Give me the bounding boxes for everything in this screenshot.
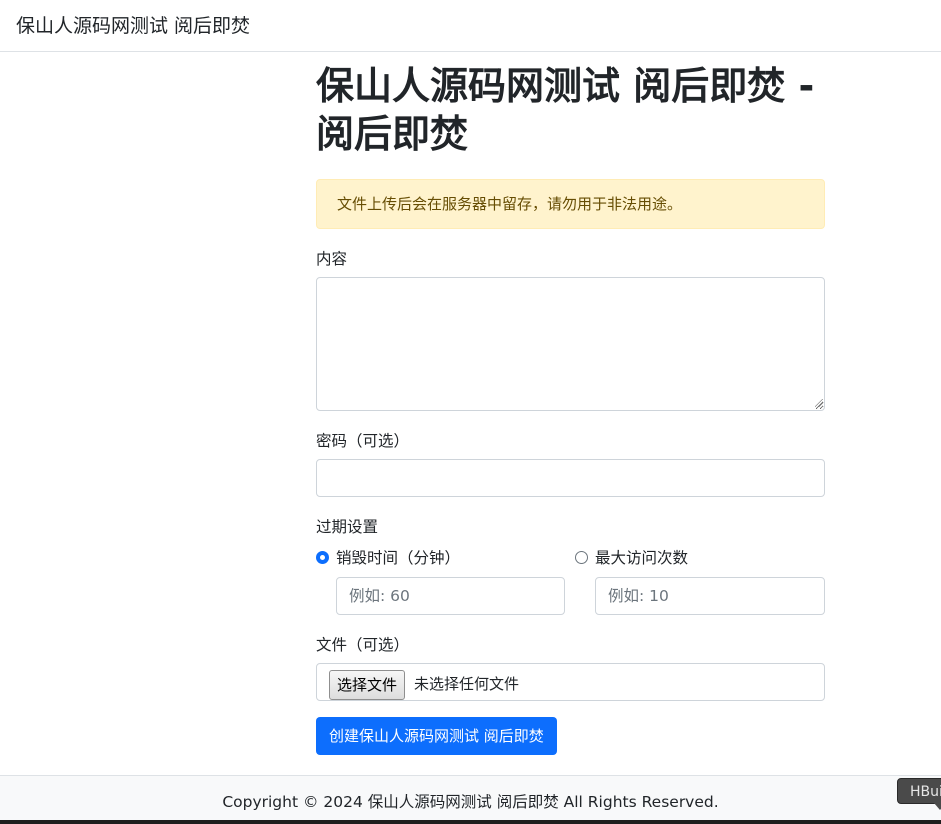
radio-max-visits-control[interactable] xyxy=(575,550,588,564)
destroy-minutes-input[interactable] xyxy=(336,577,565,615)
content-textarea[interactable] xyxy=(316,277,825,411)
hbuilder-tooltip: HBuilder xyxy=(897,778,941,804)
radio-max-visits[interactable]: 最大访问次数 xyxy=(575,546,688,568)
password-label: 密码（可选） xyxy=(316,432,410,450)
file-label: 文件（可选） xyxy=(316,636,410,654)
radio-destroy-time[interactable]: 销毁时间（分钟） xyxy=(316,546,460,568)
choose-file-button[interactable]: 选择文件 xyxy=(329,670,406,700)
page-footer: Copyright © 2024 保山人源码网测试 阅后即焚 All Right… xyxy=(0,775,941,820)
radio-max-visits-label: 最大访问次数 xyxy=(595,549,689,567)
password-input[interactable] xyxy=(316,459,825,497)
navbar-brand-link[interactable]: 保山人源码网测试 阅后即焚 xyxy=(16,11,250,38)
footer-copyright: Copyright © 2024 保山人源码网测试 阅后即焚 All Right… xyxy=(222,793,719,811)
max-visits-input[interactable] xyxy=(595,577,825,615)
file-status-text: 未选择任何文件 xyxy=(414,675,520,693)
radio-destroy-time-label: 销毁时间（分钟） xyxy=(336,549,461,567)
window-bottom-edge xyxy=(0,820,941,824)
tooltip-pointer xyxy=(934,803,941,810)
textarea-resize-handle[interactable] xyxy=(815,399,823,407)
create-submit-button[interactable]: 创建保山人源码网测试 阅后即焚 xyxy=(316,717,557,755)
radio-destroy-time-control[interactable] xyxy=(316,550,329,564)
page-title: 保山人源码网测试 阅后即焚 - 阅后即焚 xyxy=(316,64,815,156)
top-navbar: 保山人源码网测试 阅后即焚 xyxy=(0,0,941,52)
warning-alert: 文件上传后会在服务器中留存，请勿用于非法用途。 xyxy=(316,179,825,229)
content-label: 内容 xyxy=(316,250,348,268)
main-container: 保山人源码网测试 阅后即焚 - 阅后即焚 文件上传后会在服务器中留存，请勿用于非… xyxy=(316,52,825,755)
file-input[interactable]: 选择文件 未选择任何文件 xyxy=(316,663,825,701)
expiry-label: 过期设置 xyxy=(316,518,379,536)
